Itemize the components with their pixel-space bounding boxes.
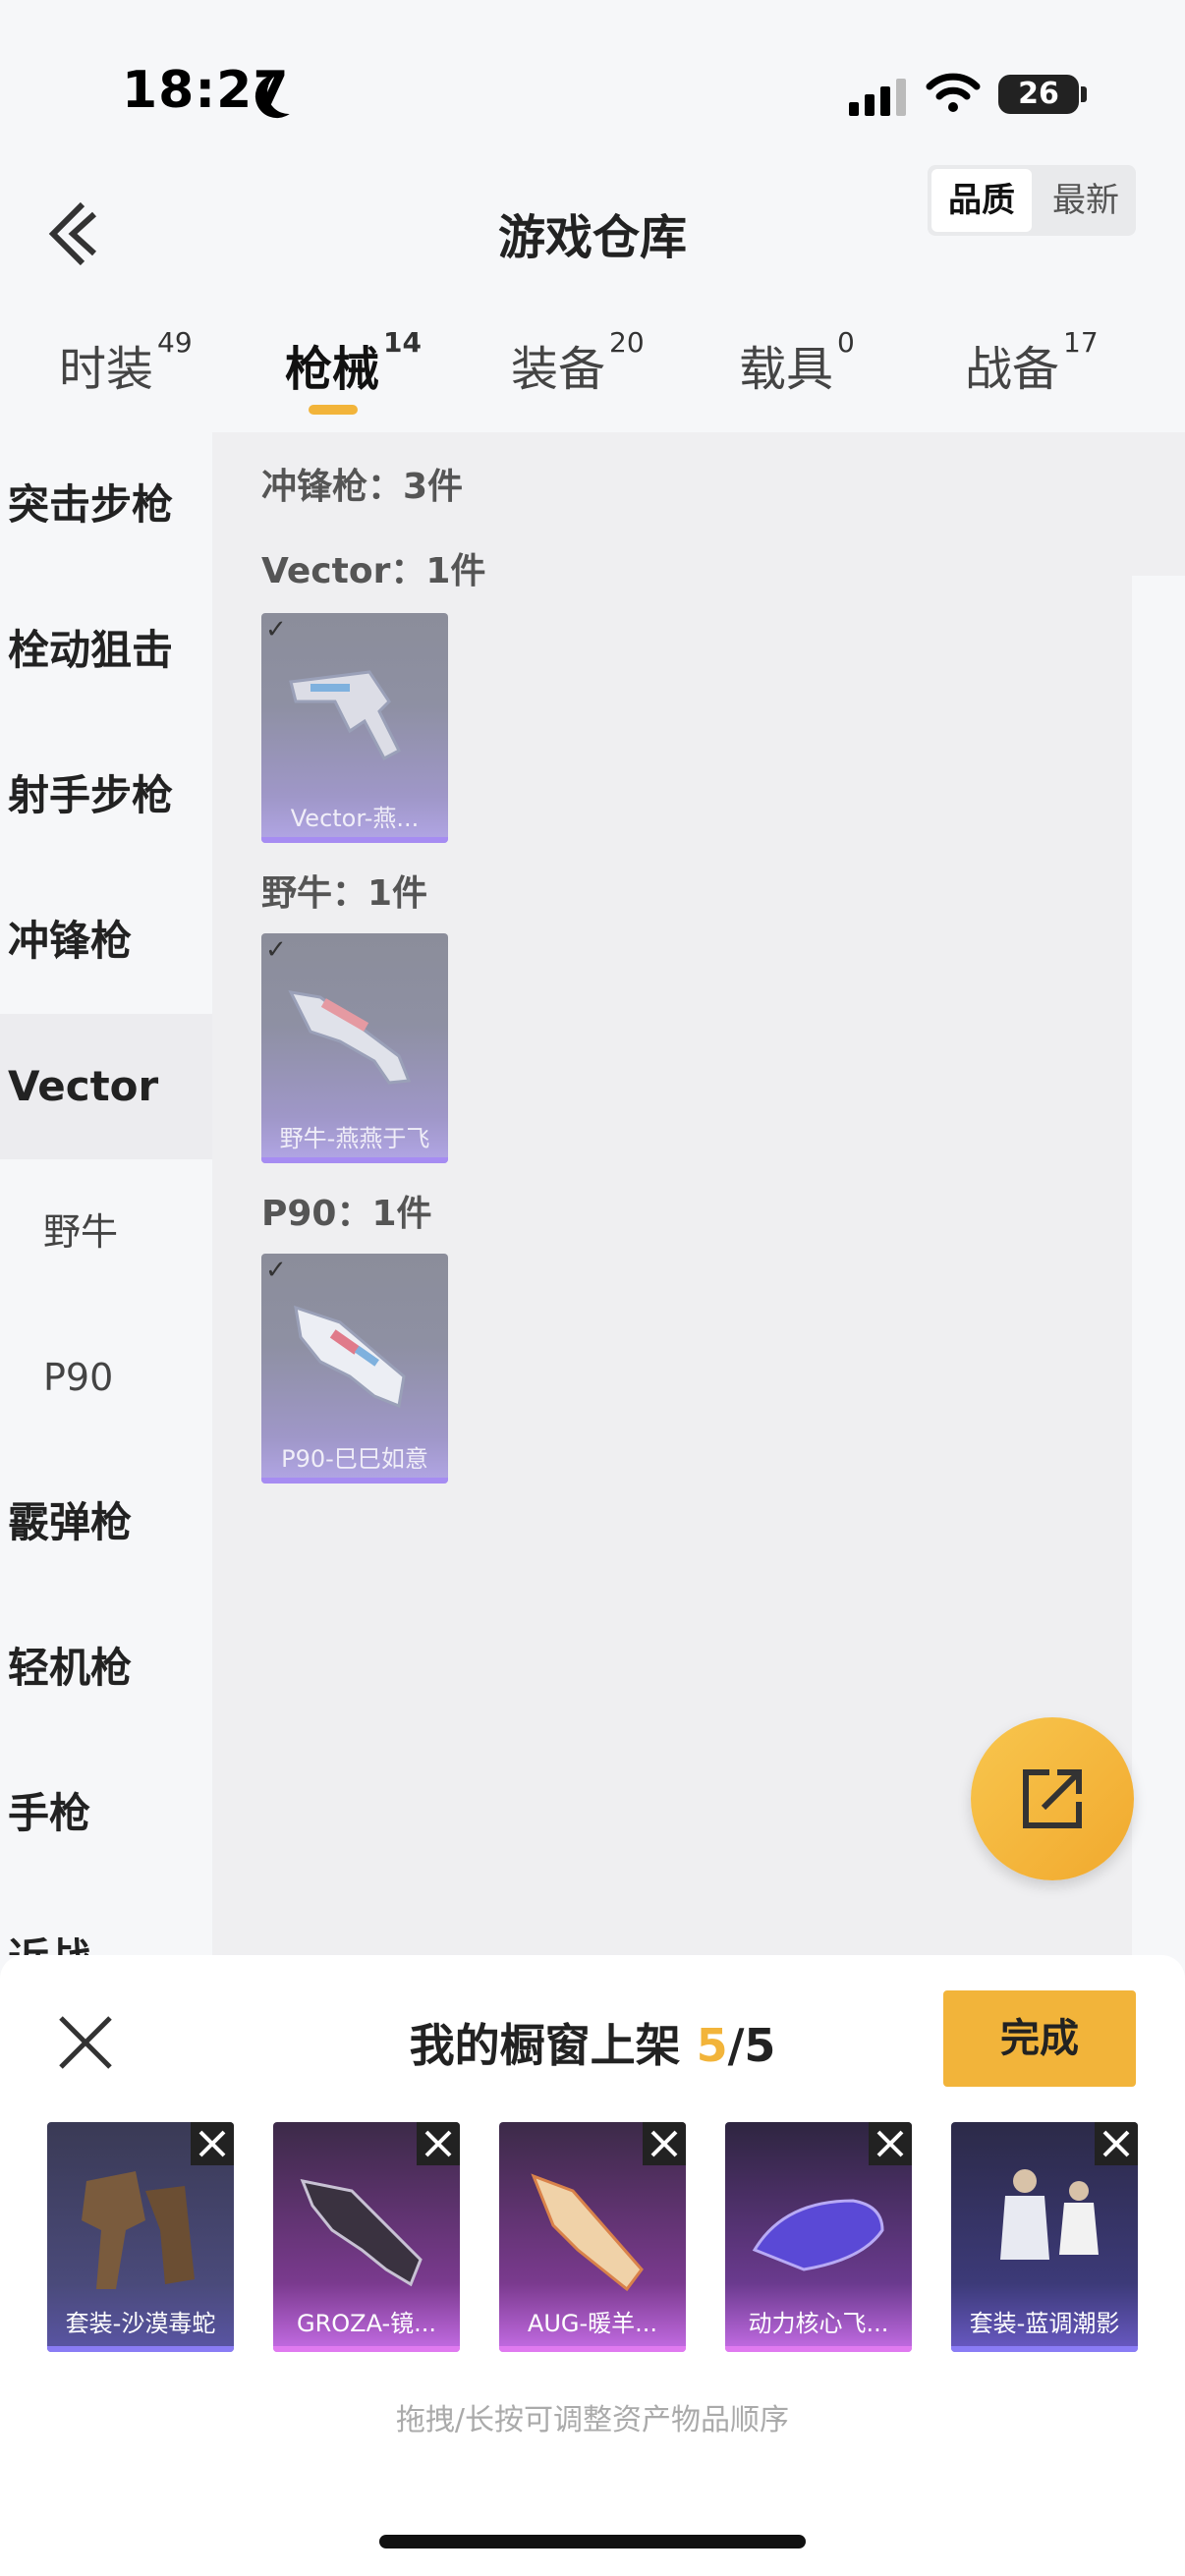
battery-icon: 26 [998, 75, 1079, 114]
check-icon: ✓ [265, 935, 287, 965]
tab-count: 14 [383, 326, 422, 359]
category-summary: 冲锋枪：3件 [261, 467, 464, 507]
rarity-bar [261, 837, 448, 843]
rarity-bar [499, 2346, 686, 2352]
sidebar-item-assault-rifle[interactable]: 突击步枪 [0, 432, 212, 578]
tab-combat-gear[interactable]: 战备 17 [965, 326, 1099, 399]
share-button[interactable] [971, 1717, 1134, 1880]
shelf-item-desert-viper[interactable]: 套装-沙漠毒蛇 [47, 2122, 234, 2352]
item-name: 野牛-燕燕于飞 [279, 1125, 430, 1152]
bizon-skin-image [288, 990, 412, 1085]
p90-skin-image [294, 1305, 406, 1409]
shelf-item-aug[interactable]: AUG-暖羊... [499, 2122, 686, 2352]
item-card-bizon[interactable]: ✓ 野牛-燕燕于飞 [261, 933, 448, 1163]
shelf-item-power-core[interactable]: 动力核心飞... [725, 2122, 912, 2352]
tab-count: 17 [1063, 326, 1099, 359]
status-bar: 18:27 26 [0, 0, 1185, 147]
sidebar-item-bizon[interactable]: 野牛 [0, 1159, 212, 1305]
active-tab-indicator [309, 405, 358, 415]
power-core-vehicle-image [752, 2199, 884, 2271]
sidebar-item-bolt-sniper[interactable]: 栓动狙击 [0, 578, 212, 723]
sidebar-item-lmg[interactable]: 轻机枪 [0, 1596, 212, 1741]
rarity-bar [273, 2346, 460, 2352]
tab-count: 20 [609, 326, 645, 359]
tab-label: 枪械 [285, 342, 380, 397]
check-icon: ✓ [265, 615, 287, 644]
sidebar-item-shotgun[interactable]: 霰弹枪 [0, 1450, 212, 1596]
sidebar-item-smg[interactable]: 冲锋枪 [0, 868, 212, 1014]
tab-label: 装备 [511, 342, 606, 397]
item-name: P90-巳巳如意 [281, 1445, 428, 1473]
category-tabs: 时装 49 枪械 14 装备 20 载具 0 战备 17 [0, 326, 1185, 428]
weapon-type-sidebar: 突击步枪 栓动狙击 射手步枪 冲锋枪 Vector 野牛 P90 霰弹枪 轻机枪… [0, 432, 212, 1955]
sidebar-item-vector[interactable]: Vector [0, 1014, 212, 1159]
tab-label: 载具 [739, 342, 834, 397]
showcase-count-current: 5 [696, 2019, 728, 2072]
remove-icon[interactable] [869, 2122, 912, 2165]
rarity-bar [47, 2346, 234, 2352]
group-label-bizon: 野牛：1件 [261, 873, 428, 914]
shelf-item-name: GROZA-镜... [296, 2310, 437, 2337]
tab-firearms[interactable]: 枪械 14 [285, 326, 422, 399]
rarity-bar [725, 2346, 912, 2352]
tab-equipment[interactable]: 装备 20 [511, 326, 645, 399]
tab-vehicles[interactable]: 载具 0 [739, 326, 855, 399]
groza-skin-image [300, 2178, 423, 2287]
rarity-bar [951, 2346, 1138, 2352]
right-edge-panel [1132, 432, 1185, 576]
sort-quality-option[interactable]: 品质 [931, 169, 1032, 232]
remove-icon[interactable] [643, 2122, 686, 2165]
rarity-bar [261, 1478, 448, 1484]
item-name: Vector-燕... [290, 805, 420, 832]
share-icon [1023, 1769, 1082, 1828]
shelf-item-name: 动力核心飞... [748, 2310, 889, 2337]
desert-viper-outfit-image [82, 2171, 195, 2289]
sidebar-item-marksman-rifle[interactable]: 射手步枪 [0, 723, 212, 868]
tab-label: 战备 [965, 342, 1060, 397]
battery-cap [1081, 86, 1087, 102]
vector-skin-image [289, 670, 401, 761]
sidebar-item-melee[interactable]: 近战 [0, 1886, 212, 1955]
check-icon: ✓ [265, 1256, 287, 1285]
done-button[interactable]: 完成 [943, 1990, 1136, 2087]
shelf-item-name: 套装-蓝调潮影 [969, 2310, 1120, 2337]
sidebar-item-pistol[interactable]: 手枪 [0, 1741, 212, 1886]
tab-count: 0 [837, 326, 855, 359]
status-time: 18:27 [122, 61, 290, 120]
showcase-count-total: 5 [744, 2019, 776, 2072]
group-label-vector: Vector：1件 [261, 551, 486, 591]
tab-count: 49 [157, 326, 193, 359]
item-card-p90[interactable]: ✓ P90-巳巳如意 [261, 1254, 448, 1484]
remove-icon[interactable] [191, 2122, 234, 2165]
aug-skin-image [531, 2173, 644, 2292]
sidebar-item-p90[interactable]: P90 [0, 1305, 212, 1450]
remove-icon[interactable] [1095, 2122, 1138, 2165]
shelf-item-groza[interactable]: GROZA-镜... [273, 2122, 460, 2352]
blue-tide-outfit-image [1000, 2169, 1099, 2260]
tab-label: 时装 [59, 342, 154, 397]
sort-toggle: 品质 最新 [928, 165, 1136, 236]
shelf-item-name: 套装-沙漠毒蛇 [65, 2310, 216, 2337]
group-label-p90: P90：1件 [261, 1194, 432, 1234]
sort-newest-option[interactable]: 最新 [1036, 165, 1136, 236]
remove-icon[interactable] [417, 2122, 460, 2165]
showcase-count-sep: / [727, 2019, 745, 2072]
shelf-item-blue-tide[interactable]: 套装-蓝调潮影 [951, 2122, 1138, 2352]
reorder-hint: 拖拽/长按可调整资产物品顺序 [395, 2403, 790, 2437]
shelf-item-name: AUG-暖羊... [527, 2310, 658, 2337]
rarity-bar [261, 1157, 448, 1163]
showcase-title-text: 我的橱窗上架 [409, 2019, 697, 2072]
tab-fashion[interactable]: 时装 49 [59, 326, 193, 399]
home-indicator[interactable] [379, 2535, 806, 2548]
wifi-icon [926, 73, 981, 112]
item-card-vector[interactable]: ✓ Vector-燕... [261, 613, 448, 843]
